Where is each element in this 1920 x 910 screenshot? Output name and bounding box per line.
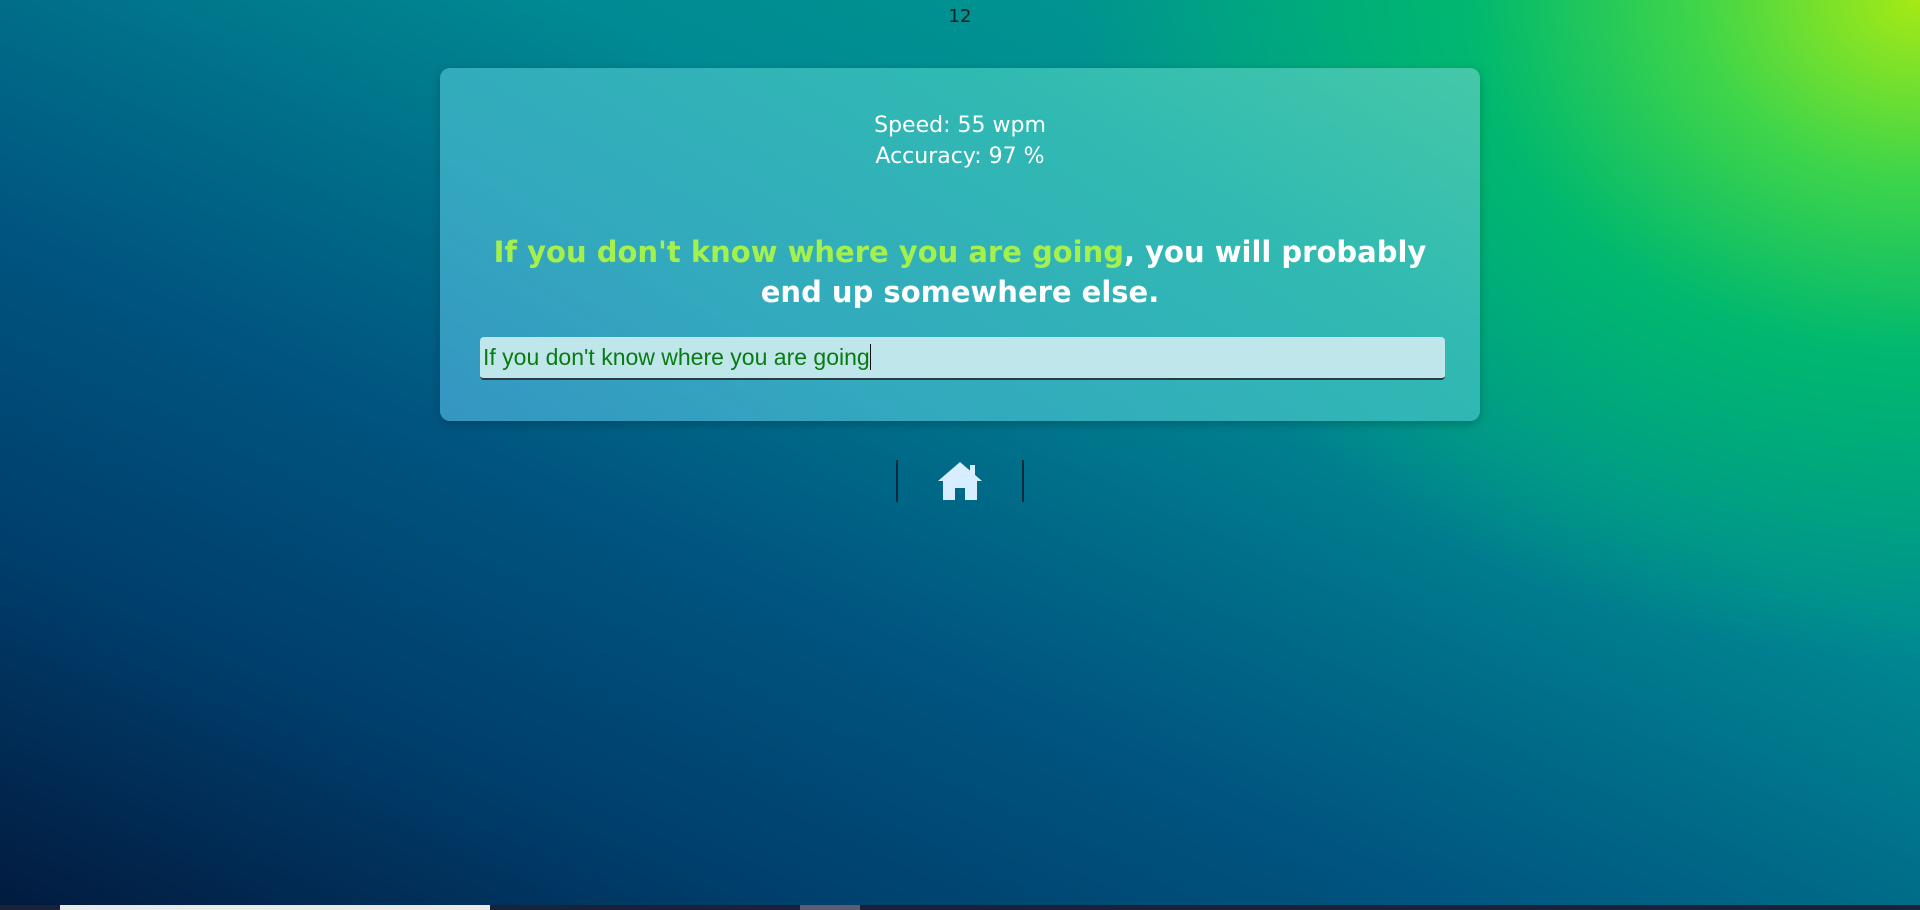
taskbar-strip — [0, 905, 1920, 910]
typing-input[interactable]: If you don't know where you are going — [480, 337, 1445, 380]
typing-card: Speed: 55 wpm Accuracy: 97 % If you don'… — [440, 68, 1480, 421]
taskbar-segment — [800, 905, 860, 910]
home-icon — [938, 462, 982, 500]
typing-input-value: If you don't know where you are going — [483, 344, 870, 370]
quote-text: If you don't know where you are going, y… — [490, 232, 1430, 312]
timer: 12 — [948, 6, 972, 27]
accuracy-stat: Accuracy: 97 % — [875, 144, 1045, 169]
text-caret — [869, 344, 871, 370]
stats-panel: Speed: 55 wpm Accuracy: 97 % — [440, 110, 1480, 172]
quote-typed-part: If you don't know where you are going — [493, 235, 1125, 269]
speed-stat: Speed: 55 wpm — [874, 113, 1046, 138]
home-nav — [896, 460, 1024, 502]
nav-divider-right — [1022, 460, 1024, 502]
nav-divider-left — [896, 460, 898, 502]
taskbar-segment — [60, 905, 490, 910]
home-button[interactable] — [936, 460, 984, 502]
